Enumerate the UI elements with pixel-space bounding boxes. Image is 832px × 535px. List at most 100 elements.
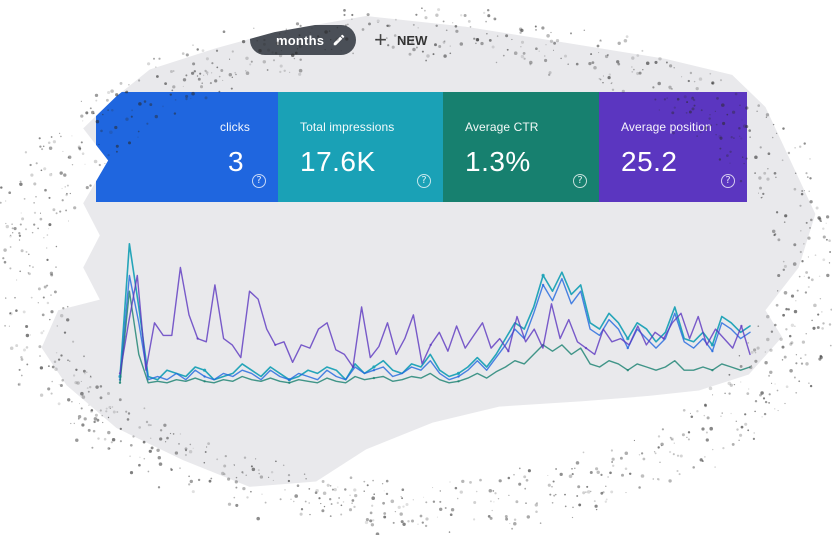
speckle-dot [67,156,69,158]
speckle-dot [78,415,81,418]
new-filter-label: NEW [397,33,427,48]
speckle-dot [786,385,789,388]
speckle-dot [764,413,766,415]
speckle-dot [67,306,69,308]
metric-card-total-clicks[interactable]: clicks 3 ? [96,92,278,202]
speckle-dot [660,443,663,446]
metric-card-total-impressions[interactable]: Total impressions 17.6K ? [278,92,443,202]
speckle-dot [826,239,828,241]
speckle-dot [487,14,490,17]
speckle-dot [487,9,489,11]
metric-label: Total impressions [300,120,394,134]
chart-point [627,369,629,371]
speckle-dot [351,14,353,16]
speckle-dot [60,136,62,138]
help-icon[interactable]: ? [417,174,431,188]
speckle-dot [32,266,34,268]
speckle-dot [147,62,150,65]
performance-chart [110,210,760,420]
speckle-dot [393,522,395,524]
speckle-dot [192,44,193,45]
speckle-dot [93,113,95,115]
chart-point [627,347,629,349]
speckle-dot [460,14,462,16]
speckle-dot [741,426,744,429]
speckle-dot [59,211,61,213]
speckle-dot [808,256,809,257]
speckle-dot [600,474,602,476]
speckle-dot [367,13,370,16]
speckle-dot [594,505,597,508]
speckle-dot [564,494,566,496]
speckle-dot [492,510,493,511]
date-range-chip[interactable]: months [250,25,356,55]
speckle-dot [373,493,375,495]
speckle-dot [18,383,21,386]
speckle-dot [804,142,806,144]
speckle-dot [366,518,369,521]
metric-card-average-position[interactable]: Average position 25.2 ? [599,92,747,202]
speckle-dot [198,479,200,481]
speckle-dot [49,319,50,320]
speckle-dot [350,476,353,479]
speckle-dot [72,164,73,165]
help-icon[interactable]: ? [721,174,735,188]
speckle-dot [352,499,355,502]
speckle-dot [59,133,60,134]
speckle-dot [351,502,353,504]
speckle-dot [422,521,424,523]
speckle-dot [754,411,756,413]
speckle-dot [437,8,440,11]
speckle-dot [34,212,36,214]
metric-card-average-ctr[interactable]: Average CTR 1.3% ? [443,92,599,202]
speckle-dot [365,521,368,524]
speckle-dot [386,493,388,495]
speckle-dot [584,30,585,31]
help-icon[interactable]: ? [252,174,266,188]
speckle-dot [48,365,50,367]
speckle-dot [739,434,742,437]
speckle-dot [110,89,114,93]
speckle-dot [788,152,790,154]
speckle-dot [519,468,521,470]
speckle-dot [535,25,537,27]
speckle-dot [576,461,580,465]
speckle-dot [680,454,683,457]
speckle-dot [90,410,93,413]
speckle-dot [286,29,287,30]
speckle-dot [776,304,779,307]
speckle-dot [808,277,810,279]
speckle-dot [139,457,140,458]
help-icon[interactable]: ? [573,174,587,188]
speckle-dot [81,423,84,426]
speckle-dot [652,478,654,480]
speckle-dot [706,438,709,441]
speckle-dot [629,473,631,475]
speckle-dot [828,239,831,242]
speckle-dot [337,487,338,488]
speckle-dot [90,107,92,109]
speckle-dot [9,235,12,238]
speckle-dot [805,354,807,356]
chart-point [542,274,545,277]
speckle-dot [43,330,45,332]
speckle-dot [536,502,538,504]
speckle-dot [492,490,494,492]
speckle-dot [794,326,795,327]
speckle-dot [25,151,27,153]
speckle-dot [794,310,797,313]
speckle-dot [485,21,487,23]
speckle-dot [771,383,772,384]
speckle-dot [732,443,735,446]
speckle-dot [670,437,672,439]
speckle-dot [722,447,724,449]
speckle-dot [807,176,809,178]
speckle-dot [443,20,445,22]
speckle-dot [372,519,374,521]
new-filter-button[interactable]: + NEW [374,29,427,51]
speckle-dot [508,477,511,480]
metric-value: 1.3% [465,146,531,178]
speckle-dot [66,193,68,195]
speckle-dot [805,271,808,274]
speckle-dot [106,99,109,102]
